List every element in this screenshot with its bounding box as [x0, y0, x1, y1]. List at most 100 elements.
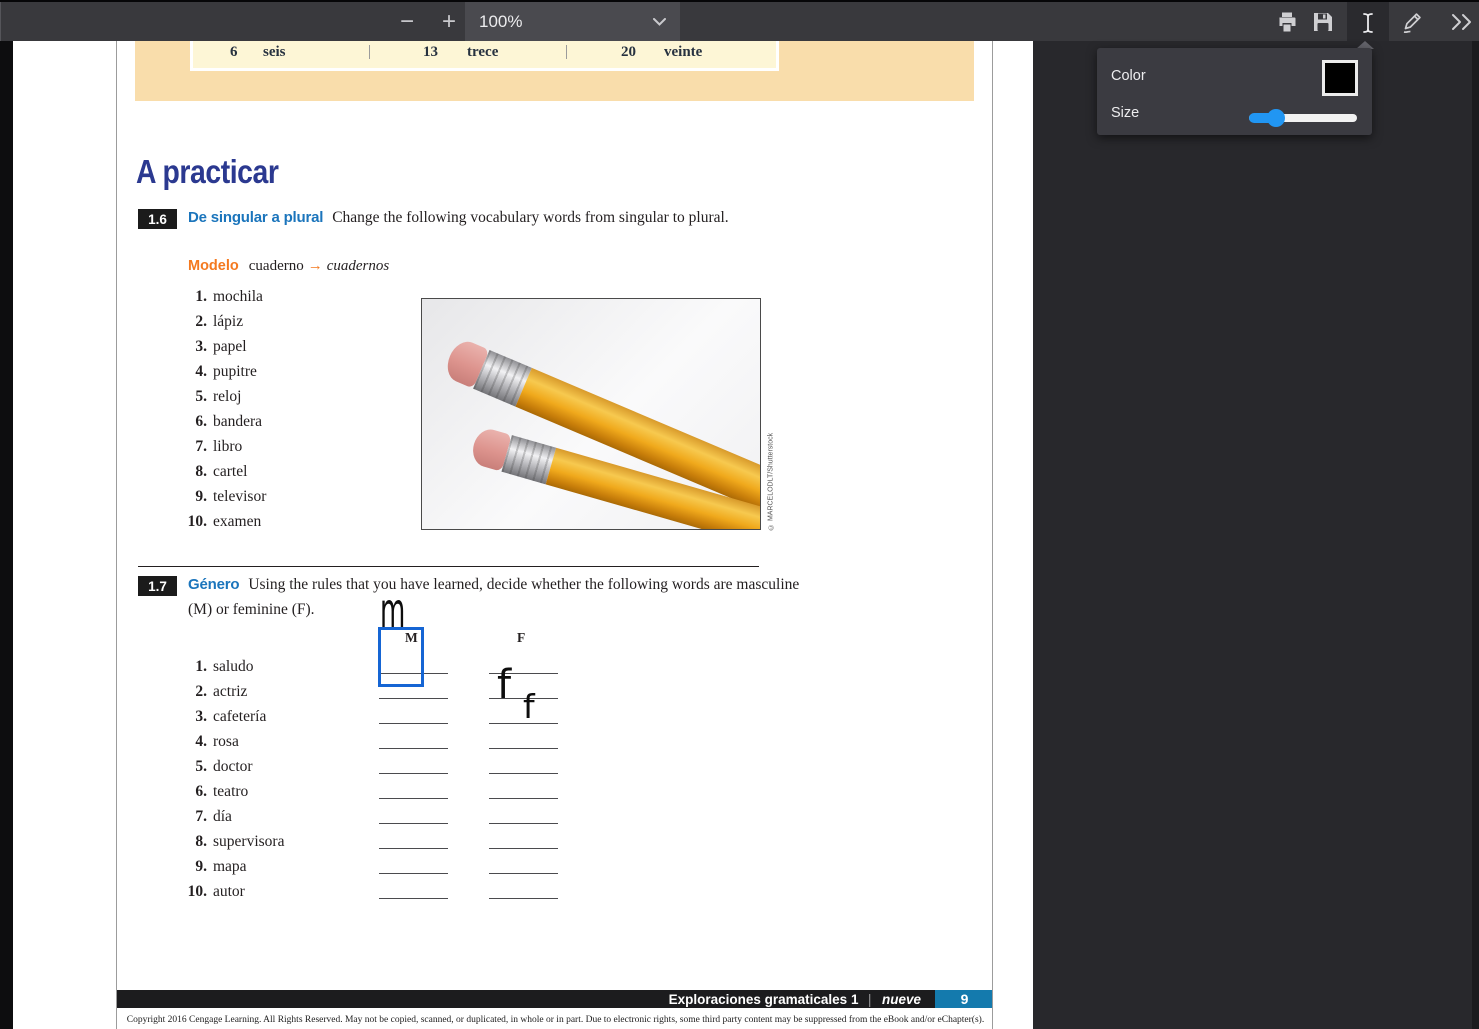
- zoom-out-button[interactable]: −: [392, 2, 422, 41]
- numbers-table: 6 seis 13 trece 20 veinte: [190, 41, 779, 71]
- handwritten-annotation-f[interactable]: f: [497, 665, 511, 705]
- print-button[interactable]: [1270, 2, 1304, 41]
- exercise-instructions: De singular a plural Change the following…: [188, 205, 768, 230]
- save-button[interactable]: [1306, 2, 1340, 41]
- masculine-blank-line[interactable]: [379, 823, 448, 824]
- color-swatch[interactable]: [1322, 60, 1358, 96]
- item-word: televisor: [213, 488, 266, 505]
- draw-tool-button[interactable]: [1394, 2, 1430, 41]
- item-number: 4.: [173, 729, 207, 754]
- item-word: libro: [213, 438, 242, 455]
- item-word: mochila: [213, 288, 263, 305]
- item-number: 5.: [173, 384, 207, 409]
- slider-thumb[interactable]: [1267, 109, 1285, 127]
- expand-tools-button[interactable]: [1444, 2, 1479, 41]
- masculine-blank-line[interactable]: [379, 773, 448, 774]
- exercise-1-7-word-list: 1.saludo 2. actriz 3. cafetería: [173, 654, 284, 904]
- toolbar-divider: [0, 2, 1, 23]
- size-slider[interactable]: [1249, 109, 1357, 127]
- feminine-blank-line[interactable]: [489, 898, 558, 899]
- feminine-blank-line[interactable]: [489, 823, 558, 824]
- exercise-title: Género: [188, 576, 239, 593]
- masculine-blank-line[interactable]: [379, 723, 448, 724]
- table-divider: [566, 45, 567, 59]
- item-word: autor: [213, 883, 245, 900]
- masculine-blank-line[interactable]: [379, 898, 448, 899]
- item-word: supervisora: [213, 833, 284, 850]
- list-item: 5.reloj: [173, 384, 266, 409]
- masculine-blank-line[interactable]: [379, 873, 448, 874]
- exercise-number-badge: 1.7: [138, 576, 177, 596]
- list-item: 6. bandera: [173, 409, 266, 434]
- text-tool-button-active[interactable]: [1347, 2, 1389, 43]
- text-cursor-icon: [1358, 11, 1378, 35]
- page-number-badge: 9: [935, 990, 993, 1008]
- item-number: 3.: [173, 704, 207, 729]
- item-number: 6.: [173, 779, 207, 804]
- item-number: 9.: [173, 854, 207, 879]
- item-number: 1.: [173, 284, 207, 309]
- list-item: 8.cartel: [173, 459, 266, 484]
- zoom-level-value: 100%: [479, 12, 522, 32]
- list-item: 1. mochila: [173, 284, 266, 309]
- feminine-blank-line[interactable]: [489, 798, 558, 799]
- pencils-photo: [421, 298, 761, 530]
- app-background-edge: [1472, 41, 1479, 1029]
- feminine-blank-line[interactable]: [489, 873, 558, 874]
- list-item: 10.autor: [173, 879, 284, 904]
- list-item: 2. actriz: [173, 679, 284, 704]
- exercise-title: De singular a plural: [188, 209, 323, 226]
- handwritten-annotation-f[interactable]: f: [523, 690, 535, 723]
- item-number: 1.: [173, 654, 207, 679]
- list-item: 3.papel: [173, 334, 266, 359]
- item-number: 10.: [173, 509, 207, 534]
- list-item: 1.saludo: [173, 654, 284, 679]
- text-tool-options-panel: Color Size: [1097, 48, 1372, 135]
- item-number: 4.: [173, 359, 207, 384]
- item-word: cafetería: [213, 708, 266, 725]
- column-header-feminine: F: [517, 630, 525, 646]
- feminine-blank-line[interactable]: [489, 848, 558, 849]
- item-number: 5.: [173, 754, 207, 779]
- item-word: pupitre: [213, 363, 257, 380]
- feminine-blank-line[interactable]: [489, 773, 558, 774]
- list-item: 7.libro: [173, 434, 266, 459]
- item-word: actriz: [213, 683, 247, 700]
- annotation-selection-box[interactable]: [378, 627, 424, 687]
- zoom-level-dropdown[interactable]: 100%: [465, 2, 680, 41]
- item-word: bandera: [213, 413, 262, 430]
- list-item: 4. rosa: [173, 729, 284, 754]
- item-number: 9.: [173, 484, 207, 509]
- table-number: 6: [230, 44, 238, 61]
- item-number: 7.: [173, 804, 207, 829]
- item-number: 2.: [173, 679, 207, 704]
- instruction-text: Change the following vocabulary words fr…: [332, 209, 728, 226]
- masculine-blank-line[interactable]: [379, 848, 448, 849]
- app-background: [1033, 41, 1479, 1029]
- modelo-answer: cuadernos: [327, 258, 390, 274]
- masculine-blank-line[interactable]: [379, 748, 448, 749]
- item-number: 8.: [173, 829, 207, 854]
- masculine-blank-line[interactable]: [379, 798, 448, 799]
- zoom-in-button[interactable]: +: [434, 2, 464, 41]
- section-heading: A practicar: [136, 153, 278, 191]
- masculine-blank-line[interactable]: [379, 698, 448, 699]
- table-word: veinte: [664, 44, 702, 61]
- feminine-blank-line[interactable]: [489, 748, 558, 749]
- item-word: lápiz: [213, 313, 243, 330]
- table-number: 13: [423, 44, 438, 61]
- item-number: 8.: [173, 459, 207, 484]
- table-divider: [369, 45, 370, 59]
- exercise-1-6-word-list: 1.mochila 2.lápiz 3.papel 4.pupitre 5.re…: [173, 284, 266, 534]
- pencil-icon: [1399, 9, 1425, 35]
- section-divider-line: [138, 566, 759, 567]
- vocabulary-table-block: 6 seis 13 trece 20 veinte: [135, 41, 974, 101]
- list-item: 8. supervisora: [173, 829, 284, 854]
- double-chevron-right-icon: [1449, 12, 1475, 32]
- footer-divider: |: [869, 992, 871, 1007]
- item-word: rosa: [213, 733, 239, 750]
- color-label: Color: [1111, 68, 1146, 84]
- item-number: 6.: [173, 409, 207, 434]
- exercise-1-6: 1.6 De singular a pluralChange the follo…: [138, 205, 768, 230]
- floppy-disk-icon: [1312, 11, 1334, 33]
